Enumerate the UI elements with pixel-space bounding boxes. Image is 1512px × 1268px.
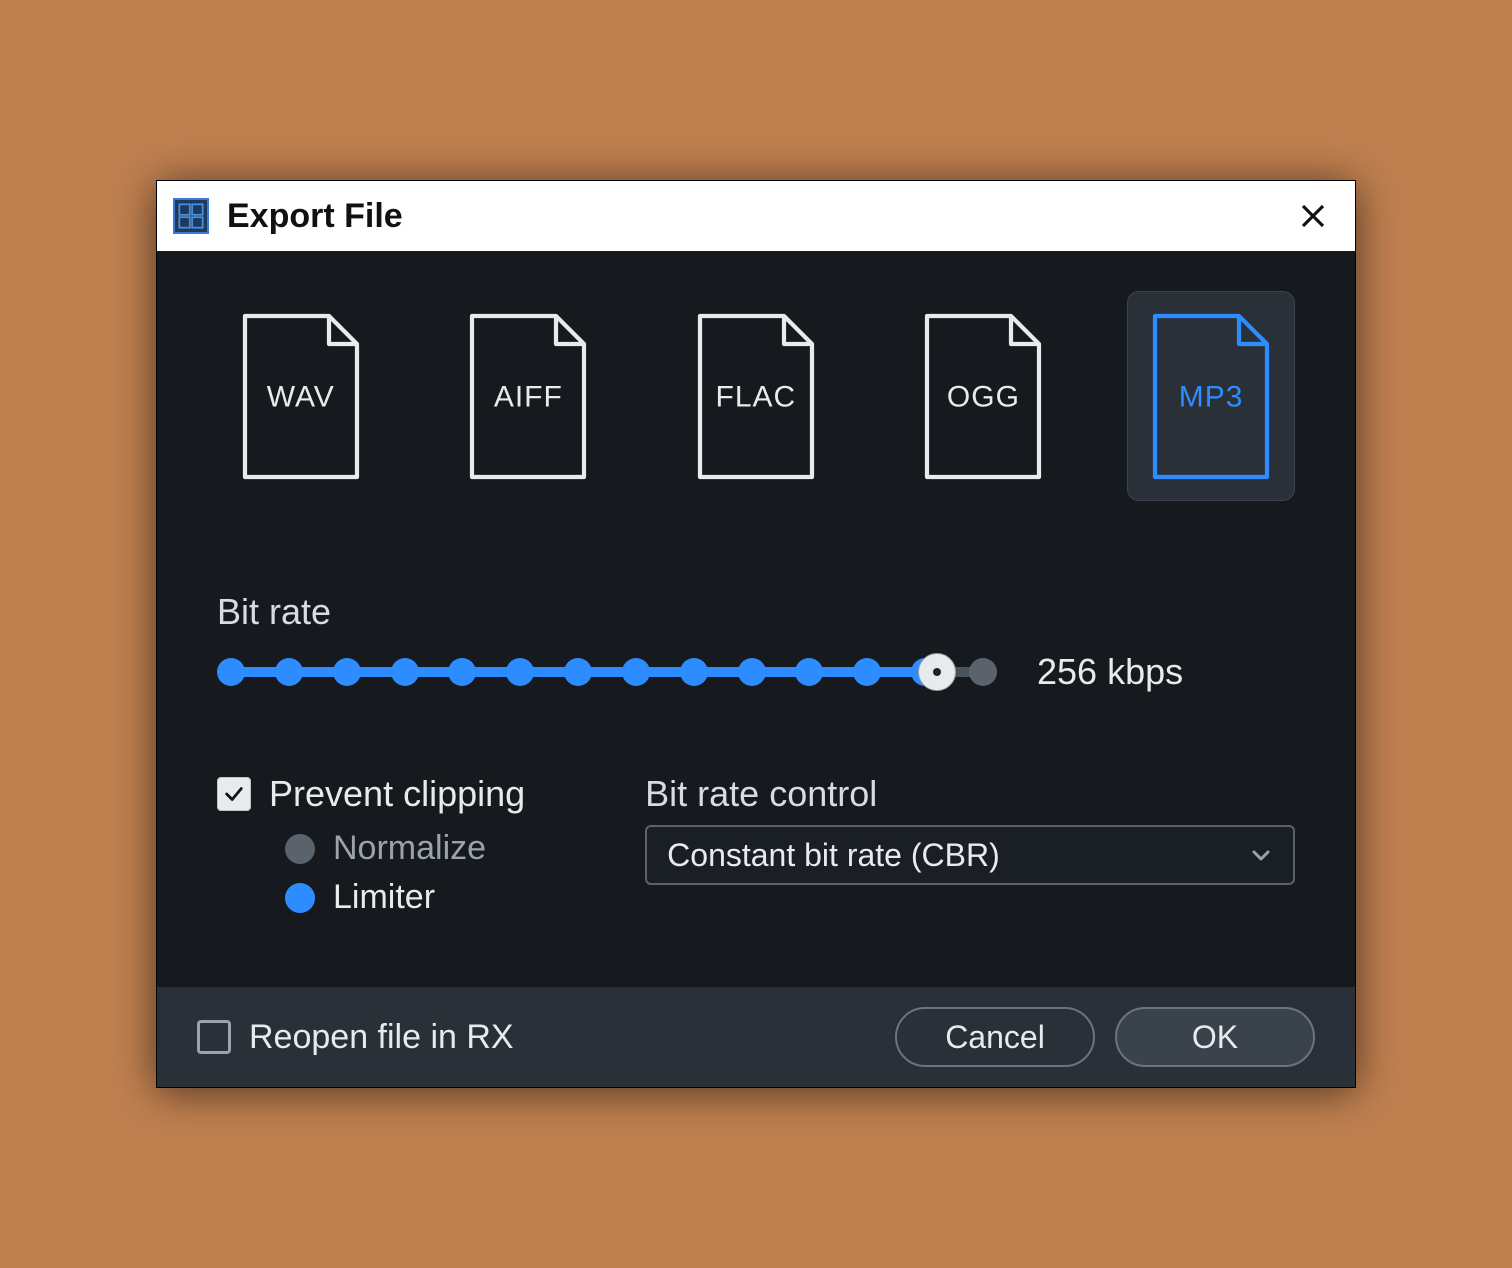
bitrate-value: 256 kbps: [1037, 651, 1183, 693]
slider-step: [680, 658, 708, 686]
file-icon: FLAC: [686, 309, 826, 484]
radio-normalize[interactable]: Normalize: [285, 829, 525, 868]
bitrate-row: 256 kbps: [217, 651, 1295, 693]
slider-step: [564, 658, 592, 686]
check-icon: [223, 783, 245, 805]
slider-step: [448, 658, 476, 686]
ok-button[interactable]: OK: [1115, 1007, 1315, 1067]
format-row: WAV AIFF FLAC OGG: [217, 291, 1295, 501]
radio-label: Normalize: [333, 829, 486, 868]
bitrate-slider[interactable]: [217, 652, 997, 692]
radio-indicator: [285, 834, 315, 864]
format-label: MP3: [1179, 381, 1244, 415]
format-tile-aiff[interactable]: AIFF: [445, 291, 613, 501]
dialog-body: WAV AIFF FLAC OGG: [157, 251, 1355, 987]
format-tile-ogg[interactable]: OGG: [900, 291, 1068, 501]
file-icon: OGG: [913, 309, 1053, 484]
close-icon: [1298, 201, 1328, 231]
prevent-clipping-checkbox-row[interactable]: Prevent clipping: [217, 773, 525, 815]
radio-indicator: [285, 883, 315, 913]
clipping-radio-group: Normalize Limiter: [285, 829, 525, 917]
slider-step: [795, 658, 823, 686]
prevent-clipping-group: Prevent clipping Normalize Limiter: [217, 773, 525, 927]
dialog-footer: Reopen file in RX Cancel OK: [157, 987, 1355, 1087]
reopen-checkbox-row[interactable]: Reopen file in RX: [197, 1018, 514, 1057]
format-label: WAV: [267, 381, 335, 415]
chevron-down-icon: [1249, 843, 1273, 867]
cancel-button[interactable]: Cancel: [895, 1007, 1095, 1067]
slider-step: [969, 658, 997, 686]
bitrate-control-label: Bit rate control: [645, 773, 1295, 815]
file-icon: MP3: [1141, 309, 1281, 484]
options-row: Prevent clipping Normalize Limiter Bit r…: [217, 773, 1295, 927]
slider-step: [217, 658, 245, 686]
prevent-clipping-label: Prevent clipping: [269, 773, 525, 815]
format-tile-mp3[interactable]: MP3: [1127, 291, 1295, 501]
title-bar: Export File: [157, 181, 1355, 251]
format-label: OGG: [947, 381, 1020, 415]
bitrate-control-dropdown[interactable]: Constant bit rate (CBR): [645, 825, 1295, 885]
slider-step: [853, 658, 881, 686]
export-file-dialog: Export File WAV AIFF: [156, 180, 1356, 1088]
slider-thumb[interactable]: [918, 653, 956, 691]
bitrate-control-group: Bit rate control Constant bit rate (CBR): [645, 773, 1295, 927]
slider-step: [333, 658, 361, 686]
radio-label: Limiter: [333, 878, 435, 917]
file-icon: AIFF: [458, 309, 598, 484]
file-icon: WAV: [231, 309, 371, 484]
reopen-checkbox[interactable]: [197, 1020, 231, 1054]
radio-limiter[interactable]: Limiter: [285, 878, 525, 917]
format-label: FLAC: [716, 381, 797, 415]
format-label: AIFF: [494, 381, 563, 415]
bitrate-label: Bit rate: [217, 591, 1295, 633]
app-icon: [173, 198, 209, 234]
prevent-clipping-checkbox[interactable]: [217, 777, 251, 811]
dropdown-value: Constant bit rate (CBR): [667, 837, 1000, 874]
slider-step: [738, 658, 766, 686]
format-tile-flac[interactable]: FLAC: [672, 291, 840, 501]
reopen-label: Reopen file in RX: [249, 1018, 514, 1057]
slider-step: [622, 658, 650, 686]
close-button[interactable]: [1291, 194, 1335, 238]
format-tile-wav[interactable]: WAV: [217, 291, 385, 501]
slider-step: [506, 658, 534, 686]
dialog-title: Export File: [227, 197, 403, 236]
slider-step: [275, 658, 303, 686]
slider-step: [391, 658, 419, 686]
